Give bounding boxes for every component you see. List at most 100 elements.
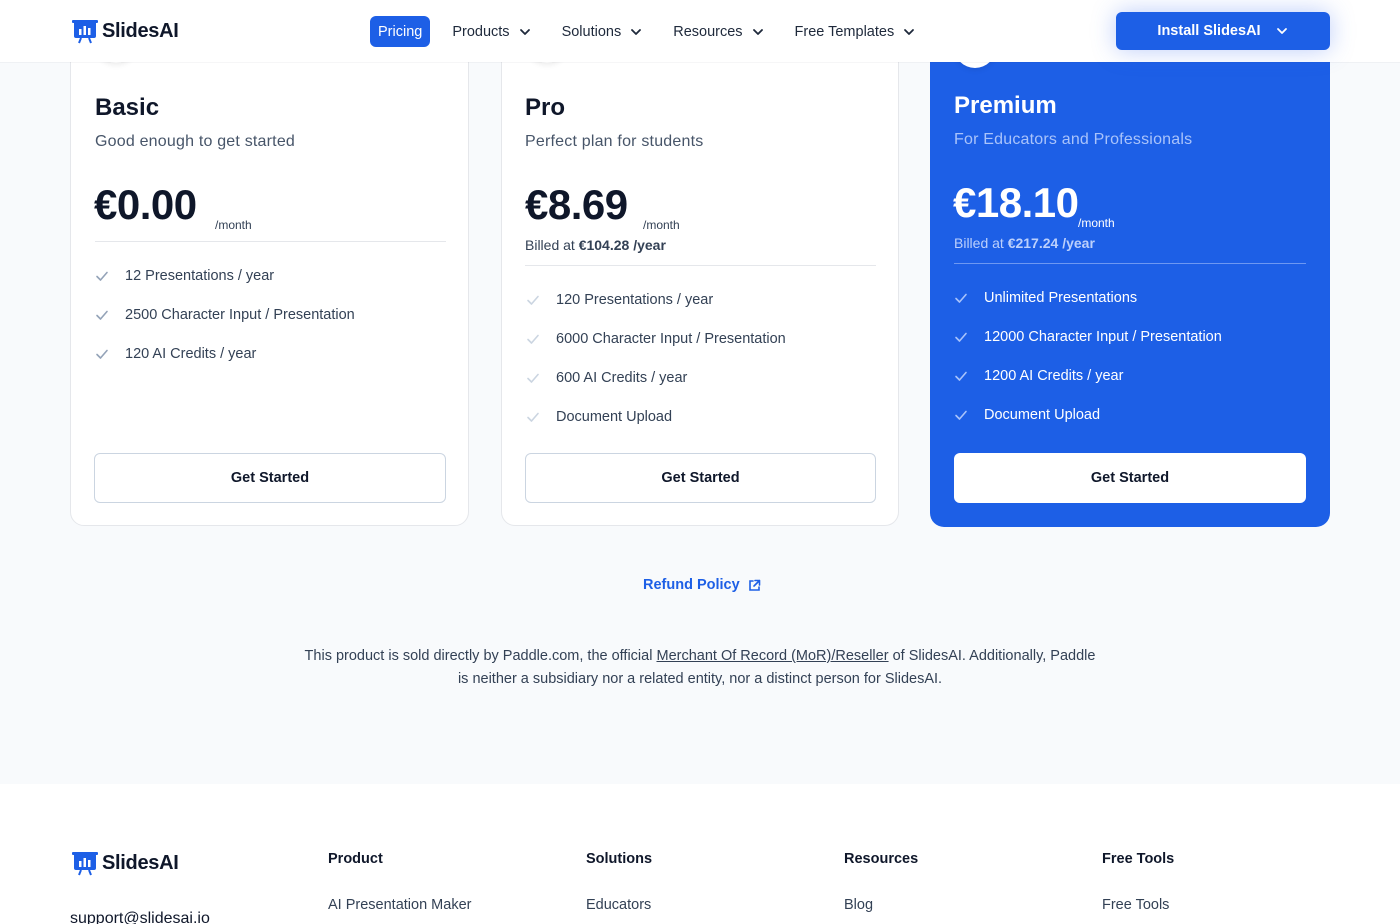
plan-price-period: /month	[643, 218, 680, 232]
check-icon	[96, 310, 108, 320]
feature-item: Unlimited Presentations	[954, 290, 1137, 306]
plan-price-period: /month	[1078, 216, 1115, 230]
nav-solutions[interactable]: Solutions	[554, 16, 652, 47]
check-icon	[527, 412, 539, 422]
chevron-down-icon	[904, 28, 915, 35]
feature-item: 12000 Character Input / Presentation	[954, 329, 1222, 345]
feature-text: 120 AI Credits / year	[125, 346, 257, 362]
plan-card-premium: Premium For Educators and Professionals …	[930, 0, 1330, 527]
divider	[954, 263, 1306, 264]
feature-item: Document Upload	[526, 409, 672, 425]
footer-logo-text: SlidesAI	[102, 851, 179, 874]
plan-title: Pro	[525, 94, 566, 121]
check-icon	[955, 410, 967, 420]
nav-free-templates[interactable]: Free Templates	[787, 16, 925, 47]
footer-heading-resources: Resources	[844, 851, 919, 867]
chevron-down-icon	[631, 28, 642, 35]
footer-link-ai-presentation-maker[interactable]: AI Presentation Maker	[328, 897, 471, 913]
plan-price: €0.00	[94, 181, 197, 228]
feature-item: 12 Presentations / year	[95, 268, 274, 284]
chevron-down-icon	[519, 28, 530, 35]
logo[interactable]: SlidesAI	[72, 18, 179, 44]
plan-billed: Billed at €217.24 /year	[954, 235, 1095, 251]
footer-link-educators[interactable]: Educators	[586, 897, 651, 913]
footer-logo[interactable]: SlidesAI	[72, 850, 179, 876]
plan-title: Premium	[954, 92, 1057, 119]
get-started-button[interactable]: Get Started	[954, 453, 1306, 503]
feature-item: 2500 Character Input / Presentation	[95, 307, 355, 323]
check-icon	[96, 271, 108, 281]
install-label: Install SlidesAI	[1157, 23, 1261, 39]
billed-prefix: Billed at	[525, 237, 575, 253]
refund-policy-link[interactable]: Refund Policy	[643, 577, 761, 593]
feature-text: Document Upload	[556, 409, 673, 425]
feature-text: Unlimited Presentations	[984, 290, 1138, 306]
logo-icon	[72, 852, 98, 876]
check-icon	[955, 371, 967, 381]
feature-item: 600 AI Credits / year	[526, 370, 687, 386]
footer-link-free-tools[interactable]: Free Tools	[1102, 897, 1169, 913]
paddle-disclaimer: This product is sold directly by Paddle.…	[300, 645, 1100, 691]
nav-products[interactable]: Products	[444, 16, 539, 47]
billed-amount: €217.24 /year	[1007, 235, 1095, 251]
logo-icon	[72, 20, 98, 44]
check-icon	[527, 295, 539, 305]
check-icon	[96, 349, 108, 359]
footer-link-blog[interactable]: Blog	[844, 897, 873, 913]
feature-text: 2500 Character Input / Presentation	[125, 307, 355, 323]
plan-subtitle: Good enough to get started	[95, 133, 296, 150]
plan-price: €18.10	[953, 179, 1079, 226]
get-started-button[interactable]: Get Started	[94, 453, 446, 503]
feature-text: 6000 Character Input / Presentation	[556, 331, 786, 347]
nav-resources[interactable]: Resources	[665, 16, 772, 47]
feature-item: 1200 AI Credits / year	[954, 368, 1123, 384]
main-nav: Pricing Products Solutions Resources Fre…	[370, 16, 938, 47]
nav-pricing-label: Pricing	[378, 23, 423, 40]
check-icon	[955, 332, 967, 342]
feature-text: 12 Presentations / year	[125, 268, 275, 284]
feature-item: Document Upload	[954, 407, 1100, 423]
plan-title: Basic	[95, 94, 160, 121]
nav-products-label: Products	[452, 23, 510, 40]
nav-pricing[interactable]: Pricing	[370, 16, 431, 47]
get-started-button[interactable]: Get Started	[525, 453, 876, 503]
chevron-down-icon	[1276, 28, 1287, 34]
nav-resources-label: Resources	[673, 23, 743, 40]
chevron-down-icon	[752, 28, 763, 35]
logo-text: SlidesAI	[102, 19, 179, 42]
plan-subtitle: Perfect plan for students	[525, 133, 704, 150]
check-icon	[527, 334, 539, 344]
nav-free-templates-label: Free Templates	[794, 23, 895, 40]
divider	[525, 265, 876, 266]
support-email-link[interactable]: support@slidesai.io	[70, 910, 210, 924]
feature-text: 12000 Character Input / Presentation	[984, 329, 1222, 345]
nav-solutions-label: Solutions	[561, 23, 622, 40]
feature-item: 120 AI Credits / year	[95, 346, 256, 362]
footer: SlidesAI support@slidesai.io Product AI …	[0, 784, 1400, 924]
external-link-icon	[748, 579, 760, 591]
feature-item: 6000 Character Input / Presentation	[526, 331, 786, 347]
feature-item: 120 Presentations / year	[526, 292, 713, 308]
billed-amount: €104.28 /year	[578, 237, 666, 253]
top-navbar: SlidesAI Pricing Products Solutions Reso…	[0, 0, 1400, 62]
check-icon	[527, 373, 539, 383]
feature-text: 120 Presentations / year	[556, 292, 714, 308]
plan-card-basic: Basic Good enough to get started €0.00 /…	[70, 20, 469, 526]
plan-subtitle: For Educators and Professionals	[954, 131, 1193, 148]
feature-text: 1200 AI Credits / year	[984, 368, 1124, 384]
install-slidesai-button[interactable]: Install SlidesAI	[1116, 12, 1330, 50]
footer-heading-product: Product	[328, 851, 383, 867]
refund-policy-label: Refund Policy	[643, 577, 740, 593]
check-icon	[955, 293, 967, 303]
merchant-of-record-link[interactable]: Merchant Of Record (MoR)/Reseller	[656, 648, 888, 664]
footer-heading-solutions: Solutions	[586, 851, 653, 867]
plan-billed: Billed at €104.28 /year	[525, 237, 666, 253]
plan-card-pro: Pro Perfect plan for students €8.69 /mon…	[501, 20, 899, 526]
plan-price: €8.69	[525, 181, 628, 228]
plan-price-period: /month	[215, 218, 252, 232]
disclaimer-text-1: This product is sold directly by Paddle.…	[304, 648, 653, 664]
feature-text: 600 AI Credits / year	[556, 370, 688, 386]
feature-text: Document Upload	[984, 407, 1101, 423]
billed-prefix: Billed at	[954, 235, 1004, 251]
footer-heading-free-tools: Free Tools	[1102, 851, 1175, 867]
